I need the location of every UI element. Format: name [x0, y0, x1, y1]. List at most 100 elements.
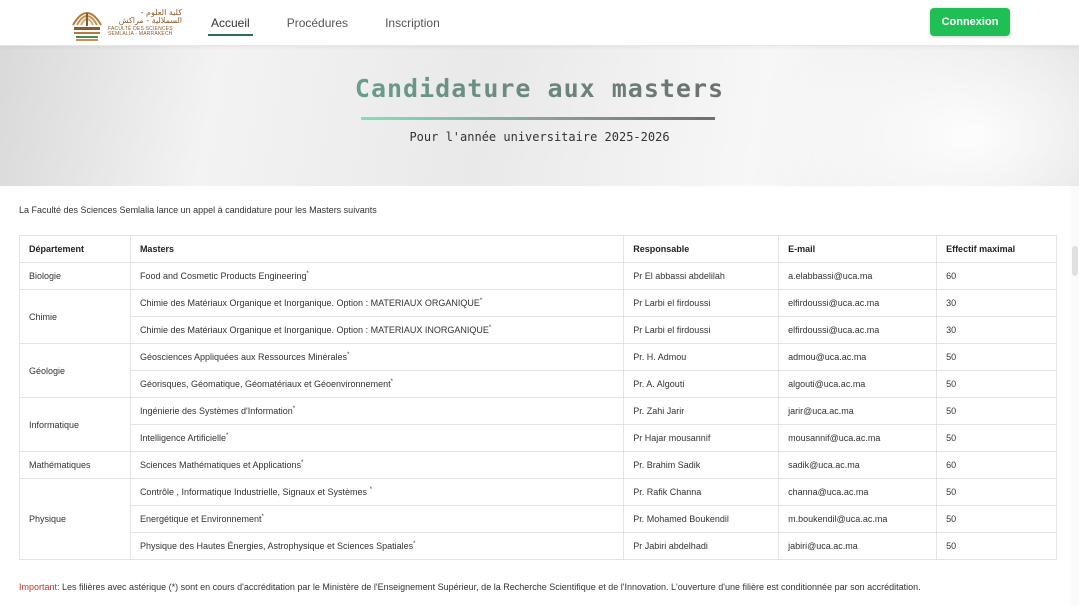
effectif-cell: 50: [936, 505, 1057, 533]
accreditation-note: Important: Les filières avec astérique (…: [19, 582, 921, 592]
table-header-row: Département Masters Responsable E-mail E…: [19, 235, 1057, 263]
responsable-cell: Pr. Mohamed Boukendil: [623, 505, 780, 533]
table-row: Géorisques, Géomatique, Géomatériaux et …: [20, 370, 1057, 398]
master-cell: Food and Cosmetic Products Engineering*: [129, 262, 625, 290]
responsable-cell: Pr. Zahi Jarir: [623, 397, 780, 425]
email-cell: m.boukendil@uca.ac.ma: [778, 505, 938, 533]
master-name: Sciences Mathématiques et Applications: [139, 460, 302, 470]
master-name: Food and Cosmetic Products Engineering: [139, 271, 307, 281]
header-masters: Masters: [129, 235, 625, 263]
email-cell: mousannif@uca.ac.ma: [778, 424, 938, 452]
table-row: Biologie Food and Cosmetic Products Engi…: [19, 262, 1057, 290]
effectif-cell: 50: [936, 343, 1057, 371]
master-name: Géosciences Appliquées aux Ressources Mi…: [139, 352, 348, 362]
email-cell: channa@uca.ac.ma: [778, 478, 938, 506]
accreditation-star: *: [479, 298, 483, 304]
hero-background-sheen: [760, 46, 1079, 186]
logo-text-block: كلية العلوم - السملالية - مراكش FACULTÉ …: [108, 9, 182, 37]
master-name: Géorisques, Géomatique, Géomatériaux et …: [139, 379, 391, 389]
logo-emblem-icon: [70, 3, 104, 43]
department-cell: Mathématiques: [19, 451, 131, 479]
responsable-cell: Pr Larbi el firdoussi: [623, 289, 780, 317]
accreditation-star: *: [369, 487, 372, 493]
email-cell: jabiri@uca.ac.ma: [778, 532, 938, 560]
header-department: Département: [19, 235, 131, 263]
effectif-cell: 30: [936, 316, 1057, 344]
master-cell: Physique des Hautes Énergies, Astrophysi…: [129, 532, 625, 560]
table-row: Mathématiques Sciences Mathématiques et …: [19, 451, 1057, 479]
nav-inscription[interactable]: Inscription: [382, 10, 443, 36]
master-name: Ingénierie des Systèmes d'Information: [139, 406, 293, 416]
responsable-cell: Pr. A. Algouti: [623, 370, 780, 398]
master-name: Contrôle , Informatique Industrielle, Si…: [139, 487, 370, 497]
master-cell: Géorisques, Géomatique, Géomatériaux et …: [129, 370, 625, 398]
master-cell: Contrôle , Informatique Industrielle, Si…: [129, 478, 625, 506]
master-name: Chimie des Matériaux Organique et Inorga…: [139, 325, 489, 335]
accreditation-star: *: [261, 514, 264, 520]
effectif-cell: 50: [936, 424, 1057, 452]
scrollbar-thumb[interactable]: [1072, 246, 1078, 276]
responsable-cell: Pr Larbi el firdoussi: [623, 316, 780, 344]
accreditation-star: *: [488, 325, 492, 331]
accreditation-star: *: [292, 406, 296, 412]
accreditation-star: *: [306, 271, 309, 277]
important-label: Important:: [19, 582, 60, 592]
responsable-cell: Pr El abbassi abdelilah: [623, 262, 780, 290]
effectif-cell: 50: [936, 478, 1057, 506]
email-cell: a.elabbassi@uca.ma: [778, 262, 938, 290]
effectif-cell: 50: [936, 532, 1057, 560]
effectif-cell: 60: [936, 451, 1057, 479]
accreditation-star: *: [390, 379, 393, 385]
page-scrollbar[interactable]: [1071, 186, 1079, 605]
responsable-cell: Pr Hajar mousannif: [623, 424, 780, 452]
accreditation-star: *: [413, 541, 416, 547]
master-name: Energétique et Environnement: [139, 514, 262, 524]
master-name: Chimie des Matériaux Organique et Inorga…: [139, 298, 480, 308]
nav-accueil[interactable]: Accueil: [208, 10, 253, 36]
effectif-cell: 30: [936, 289, 1057, 317]
master-cell: Intelligence Artificielle*: [129, 424, 625, 452]
page-subtitle: Pour l'année universitaire 2025-2026: [409, 130, 670, 144]
master-cell: Géosciences Appliquées aux Ressources Mi…: [129, 343, 625, 371]
accreditation-star: *: [225, 433, 229, 439]
intro-text: La Faculté des Sciences Semlalia lance u…: [19, 205, 377, 215]
table-row: Intelligence Artificielle* Pr Hajar mous…: [20, 424, 1057, 452]
department-cell: Chimie: [19, 289, 131, 344]
responsable-cell: Pr. H. Admou: [623, 343, 780, 371]
header-effectif: Effectif maximal: [936, 235, 1057, 263]
table-row: Informatique Ingénierie des Systèmes d'I…: [19, 397, 1057, 452]
responsable-cell: Pr Jabiri abdelhadi: [623, 532, 780, 560]
email-cell: elfirdoussi@uca.ac.ma: [778, 316, 938, 344]
logo-french-name: FACULTÉ DES SCIENCES SEMLALIA - MARRAKEC…: [108, 26, 173, 37]
logo-arabic-name: كلية العلوم - السملالية - مراكش: [118, 8, 182, 25]
master-name: Intelligence Artificielle: [139, 433, 226, 443]
effectif-cell: 50: [936, 397, 1057, 425]
nav-procedures[interactable]: Procédures: [284, 10, 351, 36]
hero-banner: Candidature aux masters Pour l'année uni…: [0, 46, 1079, 186]
main-nav: Accueil Procédures Inscription: [208, 0, 474, 46]
effectif-cell: 50: [936, 370, 1057, 398]
top-navbar: كلية العلوم - السملالية - مراكش FACULTÉ …: [0, 0, 1079, 46]
responsable-cell: Pr. Rafik Channa: [623, 478, 780, 506]
master-cell: Sciences Mathématiques et Applications*: [129, 451, 625, 479]
email-cell: jarir@uca.ac.ma: [778, 397, 938, 425]
login-button[interactable]: Connexion: [930, 8, 1010, 36]
header-email: E-mail: [778, 235, 938, 263]
table-row: Physique des Hautes Énergies, Astrophysi…: [20, 532, 1057, 560]
table-row: Chimie des Matériaux Organique et Inorga…: [20, 316, 1057, 344]
department-cell: Biologie: [19, 262, 131, 290]
table-row: Géologie Géosciences Appliquées aux Ress…: [19, 343, 1057, 398]
master-name: Physique des Hautes Énergies, Astrophysi…: [139, 541, 414, 551]
title-underline: [361, 117, 715, 120]
page-title: Candidature aux masters: [0, 74, 1079, 103]
faculty-logo[interactable]: كلية العلوم - السملالية - مراكش FACULTÉ …: [70, 2, 182, 44]
table-row: Physique Contrôle , Informatique Industr…: [19, 478, 1057, 560]
master-cell: Energétique et Environnement*: [129, 505, 625, 533]
master-cell: Ingénierie des Systèmes d'Information*: [129, 397, 625, 425]
table-row: Chimie Chimie des Matériaux Organique et…: [19, 289, 1057, 344]
master-cell: Chimie des Matériaux Organique et Inorga…: [129, 289, 625, 317]
department-cell: Informatique: [19, 397, 131, 452]
department-cell: Physique: [19, 478, 131, 560]
email-cell: admou@uca.ac.ma: [778, 343, 938, 371]
effectif-cell: 60: [936, 262, 1057, 290]
